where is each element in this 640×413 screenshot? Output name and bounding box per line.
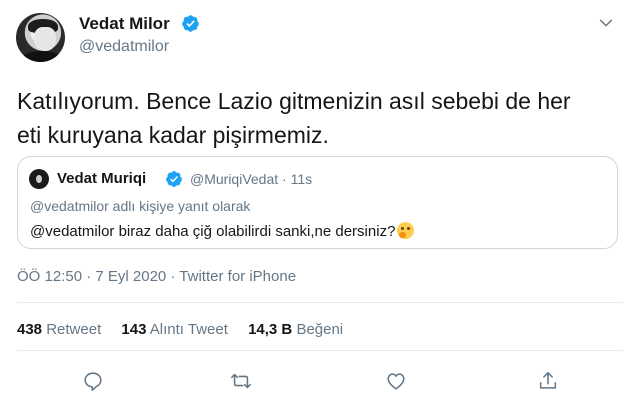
verified-badge-icon bbox=[182, 15, 199, 32]
likes-stat[interactable]: 14,3 B Beğeni bbox=[248, 321, 343, 338]
tweet-actions bbox=[0, 366, 640, 398]
divider bbox=[17, 350, 623, 351]
tweet-text: Katılıyorum. Bence Lazio gitmenizin asıl… bbox=[17, 84, 627, 152]
quote-tweets-count: 143 bbox=[121, 321, 147, 338]
tweet-stats: 438 Retweet 143 Alıntı Tweet 14,3 B Beğe… bbox=[17, 321, 359, 338]
likes-count: 14,3 B bbox=[248, 321, 293, 338]
quoted-text: @vedatmilor biraz daha çiğ olabilirdi sa… bbox=[30, 223, 396, 240]
likes-label: Beğeni bbox=[296, 321, 344, 338]
tweet-text-line-1: Katılıyorum. Bence Lazio gitmenizin asıl… bbox=[17, 88, 571, 114]
reply-icon[interactable] bbox=[82, 370, 104, 392]
retweet-icon[interactable] bbox=[230, 370, 252, 392]
chevron-down-icon[interactable] bbox=[598, 15, 614, 31]
quoted-author-avatar bbox=[29, 169, 49, 189]
quoted-text-line: @vedatmilor biraz daha çiğ olabilirdi sa… bbox=[30, 222, 415, 240]
tweet-text-line-2: eti kuruyana kadar pişirmemiz. bbox=[17, 122, 329, 148]
author-avatar[interactable] bbox=[16, 13, 65, 62]
quoted-tweet[interactable]: Vedat Muriqi @MuriqiVedat · 11s @vedatmi… bbox=[17, 156, 618, 249]
retweets-label: Retweet bbox=[46, 321, 102, 338]
like-heart-icon[interactable] bbox=[385, 370, 407, 392]
author-handle[interactable]: @vedatmilor bbox=[79, 38, 169, 56]
retweets-stat[interactable]: 438 Retweet bbox=[17, 321, 101, 338]
tweet-timestamp-source[interactable]: ÖÖ 12:50 · 7 Eyl 2020 · Twitter for iPho… bbox=[17, 268, 296, 285]
quoted-handle-time: @MuriqiVedat · 11s bbox=[190, 171, 313, 187]
thinking-face-emoji bbox=[397, 222, 415, 239]
share-icon[interactable] bbox=[537, 370, 559, 392]
quoted-reply-context: @vedatmilor adlı kişiye yanıt olarak bbox=[30, 198, 251, 214]
quote-tweets-stat[interactable]: 143 Alıntı Tweet bbox=[121, 321, 227, 338]
author-name[interactable]: Vedat Milor bbox=[79, 14, 170, 34]
divider bbox=[17, 302, 623, 303]
retweets-count: 438 bbox=[17, 321, 43, 338]
quoted-author-name: Vedat Muriqi bbox=[57, 170, 147, 187]
quote-tweets-label: Alıntı Tweet bbox=[149, 321, 228, 338]
verified-badge-icon bbox=[166, 171, 182, 187]
